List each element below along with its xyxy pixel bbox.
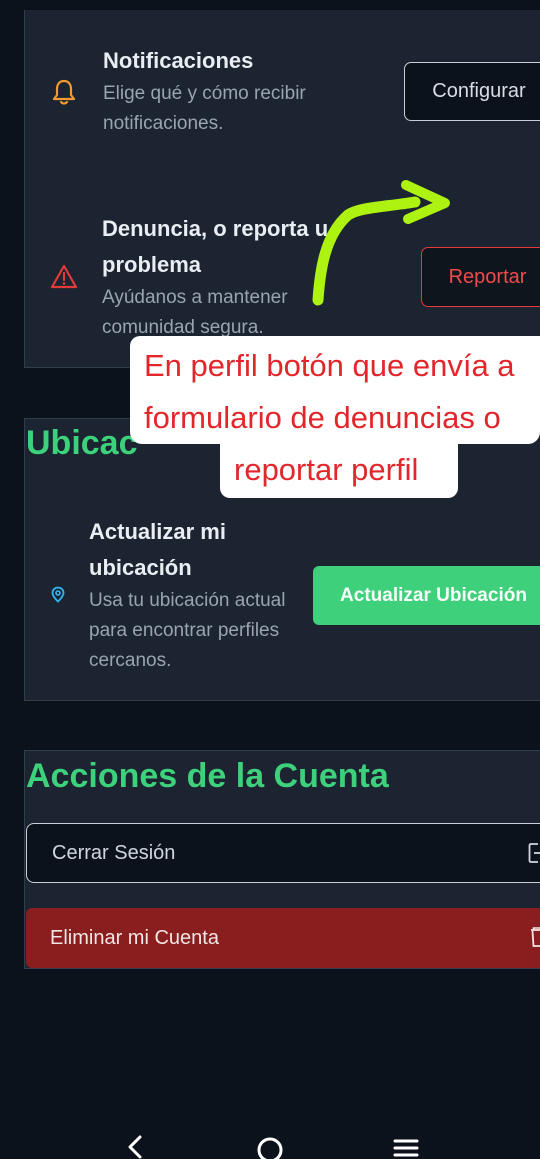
account-actions-heading: Acciones de la Cuenta bbox=[26, 757, 389, 795]
report-title-line2: problema bbox=[102, 252, 202, 277]
annotation-line1: En perfil botón que envía a bbox=[130, 336, 540, 392]
update-location-description-line2: para encontrar perfiles bbox=[89, 620, 280, 641]
update-location-description-line3: cercanos. bbox=[89, 650, 172, 671]
notifications-description-line1: Elige qué y cómo recibir bbox=[103, 83, 306, 104]
report-title-line1: Denuncia, o reporta u bbox=[102, 216, 329, 241]
update-location-title-line1: Actualizar mi bbox=[89, 519, 226, 544]
delete-account-label: Eliminar mi Cuenta bbox=[50, 926, 219, 949]
warning-icon bbox=[50, 264, 78, 289]
home-icon[interactable] bbox=[256, 1136, 284, 1159]
annotation-arrow bbox=[312, 180, 450, 306]
report-description-line1: Ayúdanos a mantener bbox=[102, 287, 288, 308]
menu-icon[interactable] bbox=[393, 1137, 419, 1159]
bell-icon bbox=[52, 79, 76, 105]
update-location-description-line1: Usa tu ubicación actual bbox=[89, 590, 286, 611]
update-location-title-line2: ubicación bbox=[89, 555, 192, 580]
notifications-title: Notificaciones bbox=[103, 48, 254, 73]
annotation-callout: En perfil botón que envía a formulario d… bbox=[130, 336, 540, 498]
back-icon[interactable] bbox=[124, 1135, 146, 1159]
notifications-description-line2: notificaciones. bbox=[103, 113, 224, 134]
location-pin-icon bbox=[51, 586, 65, 603]
delete-account-button[interactable]: Eliminar mi Cuenta bbox=[26, 908, 540, 968]
annotation-line2: formulario de denuncias o bbox=[130, 392, 540, 444]
system-navigation-bar bbox=[0, 1120, 540, 1159]
trash-icon bbox=[531, 927, 540, 947]
configure-button[interactable]: Configurar bbox=[404, 62, 540, 121]
logout-label: Cerrar Sesión bbox=[52, 841, 176, 864]
logout-button[interactable]: Cerrar Sesión bbox=[26, 823, 540, 883]
update-location-button[interactable]: Actualizar Ubicación bbox=[313, 566, 540, 625]
annotation-line3: reportar perfil bbox=[220, 444, 458, 498]
location-heading: Ubicac bbox=[26, 424, 138, 462]
logout-icon bbox=[528, 843, 540, 863]
